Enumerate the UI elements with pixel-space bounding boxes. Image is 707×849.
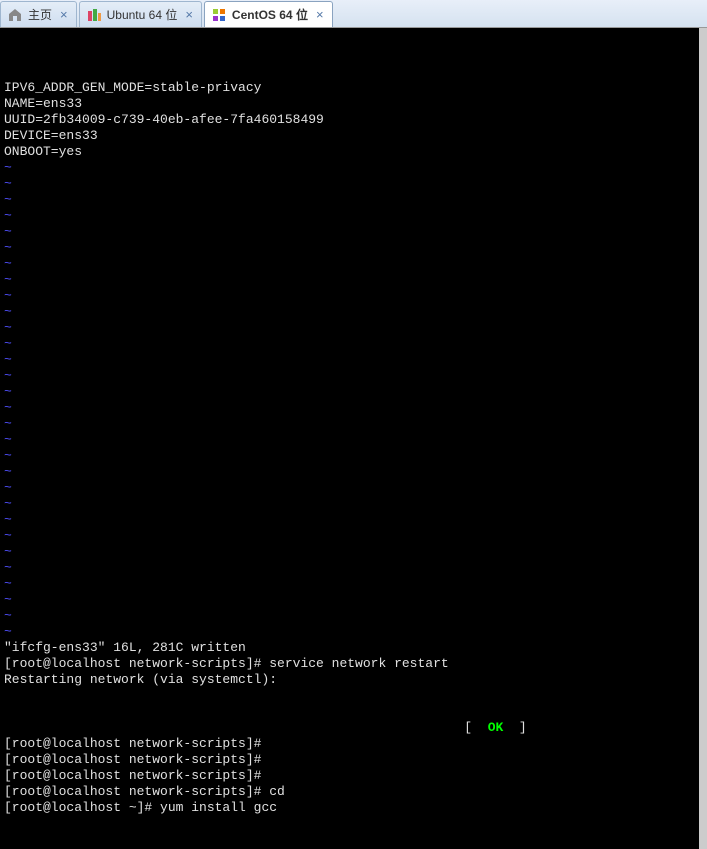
tab-bar: 主页 × Ubuntu 64 位 × CentOS 64 位 × — [0, 0, 707, 28]
tab-label: CentOS 64 位 — [232, 6, 308, 23]
close-icon[interactable]: × — [185, 7, 193, 22]
home-icon — [7, 7, 23, 23]
tab-ubuntu[interactable]: Ubuntu 64 位 × — [79, 1, 202, 27]
close-icon[interactable]: × — [60, 7, 68, 22]
close-icon[interactable]: × — [316, 7, 324, 22]
tab-label: Ubuntu 64 位 — [107, 6, 178, 23]
centos-icon — [211, 7, 227, 23]
terminal[interactable]: IPV6_ADDR_GEN_MODE=stable-privacy NAME=e… — [0, 28, 707, 849]
tab-label: 主页 — [28, 6, 52, 23]
ubuntu-icon — [86, 7, 102, 23]
tab-centos[interactable]: CentOS 64 位 × — [204, 1, 333, 27]
tab-home[interactable]: 主页 × — [0, 1, 77, 27]
